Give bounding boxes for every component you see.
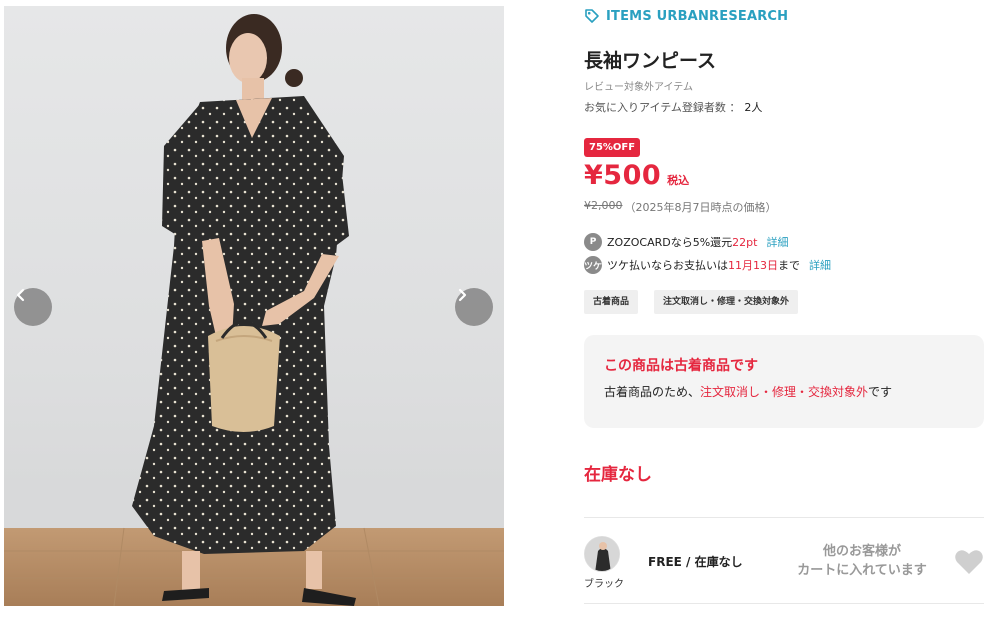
- brand-name: ITEMS URBANRESEARCH: [606, 8, 789, 24]
- stock-status: 在庫なし: [584, 465, 652, 485]
- discount-badge: 75%OFF: [584, 138, 641, 157]
- review-note: レビュー対象外アイテム: [584, 82, 693, 93]
- notice-body-prefix: 古着商品のため、: [604, 385, 701, 399]
- zozocard-detail-link[interactable]: 詳細: [766, 234, 788, 250]
- next-image-button[interactable]: [455, 288, 493, 326]
- notice-body-highlight: 注文取消し・修理・交換対象外: [700, 385, 869, 399]
- favorites-number: 2人: [744, 101, 763, 114]
- tag-icon: [585, 9, 599, 23]
- tax-label: 税込: [667, 174, 690, 187]
- product-photo-illustration: [4, 14, 504, 606]
- original-price-row: ¥2,000 （2025年8月7日時点の価格）: [584, 199, 777, 215]
- used-item-tag: 古着商品: [584, 290, 639, 314]
- divider: [584, 517, 984, 518]
- heart-icon: [955, 550, 983, 574]
- tsuke-benefit: ツケ ツケ払いならお支払いは11月13日まで 詳細: [584, 256, 831, 274]
- variant-thumbnail-image: [585, 537, 619, 571]
- variant-color-name: ブラック: [584, 579, 624, 590]
- point-icon: P: [584, 233, 602, 251]
- cart-note-line1: 他のお客様が: [822, 544, 901, 559]
- cart-activity-note: 他のお客様が カートに入れています: [784, 542, 940, 580]
- favorites-label: お気に入りアイテム登録者数 ：: [584, 101, 741, 114]
- benefit-prefix: ZOZOCARDなら5%還元: [607, 236, 733, 249]
- notice-title: この商品は古着商品です: [604, 358, 758, 374]
- favorite-button[interactable]: [954, 548, 984, 576]
- notice-body: 古着商品のため、注文取消し・修理・交換対象外です: [604, 383, 964, 400]
- original-price: ¥2,000: [584, 199, 623, 212]
- benefit-points: 22pt: [732, 236, 758, 249]
- benefit-suffix: まで: [778, 259, 800, 272]
- brand-link[interactable]: ITEMS URBANRESEARCH: [584, 8, 788, 24]
- chevron-right-icon: [458, 288, 467, 302]
- divider: [584, 603, 984, 604]
- used-item-notice: この商品は古着商品です 古着商品のため、注文取消し・修理・交換対象外です: [584, 335, 984, 428]
- benefit-date: 11月13日: [728, 259, 778, 272]
- zozocard-benefit: P ZOZOCARDなら5%還元22pt 詳細: [584, 233, 788, 251]
- variant-size-stock: FREE / 在庫なし: [648, 555, 743, 569]
- benefit-prefix: ツケ払いならお支払いは: [607, 259, 728, 272]
- original-price-note: （2025年8月7日時点の価格）: [624, 201, 777, 214]
- favorites-count: お気に入りアイテム登録者数 ： 2人: [584, 99, 762, 115]
- cart-note-line2: カートに入れています: [797, 563, 927, 578]
- product-image[interactable]: [4, 6, 504, 606]
- price-row: ¥500 税込: [584, 160, 689, 191]
- chevron-left-icon: [16, 288, 25, 302]
- variant-thumbnail[interactable]: [584, 536, 620, 572]
- benefit-text: ZOZOCARDなら5%還元22pt: [607, 234, 757, 250]
- tsuke-detail-link[interactable]: 詳細: [809, 257, 831, 273]
- product-title: 長袖ワンピース: [584, 50, 717, 72]
- tsuke-icon: ツケ: [584, 256, 602, 274]
- notice-body-suffix: です: [868, 385, 893, 399]
- no-cancel-tag: 注文取消し・修理・交換対象外: [654, 290, 799, 314]
- sale-price: ¥500: [584, 160, 662, 191]
- previous-image-button[interactable]: [14, 288, 52, 326]
- benefit-text: ツケ払いならお支払いは11月13日まで: [607, 257, 800, 273]
